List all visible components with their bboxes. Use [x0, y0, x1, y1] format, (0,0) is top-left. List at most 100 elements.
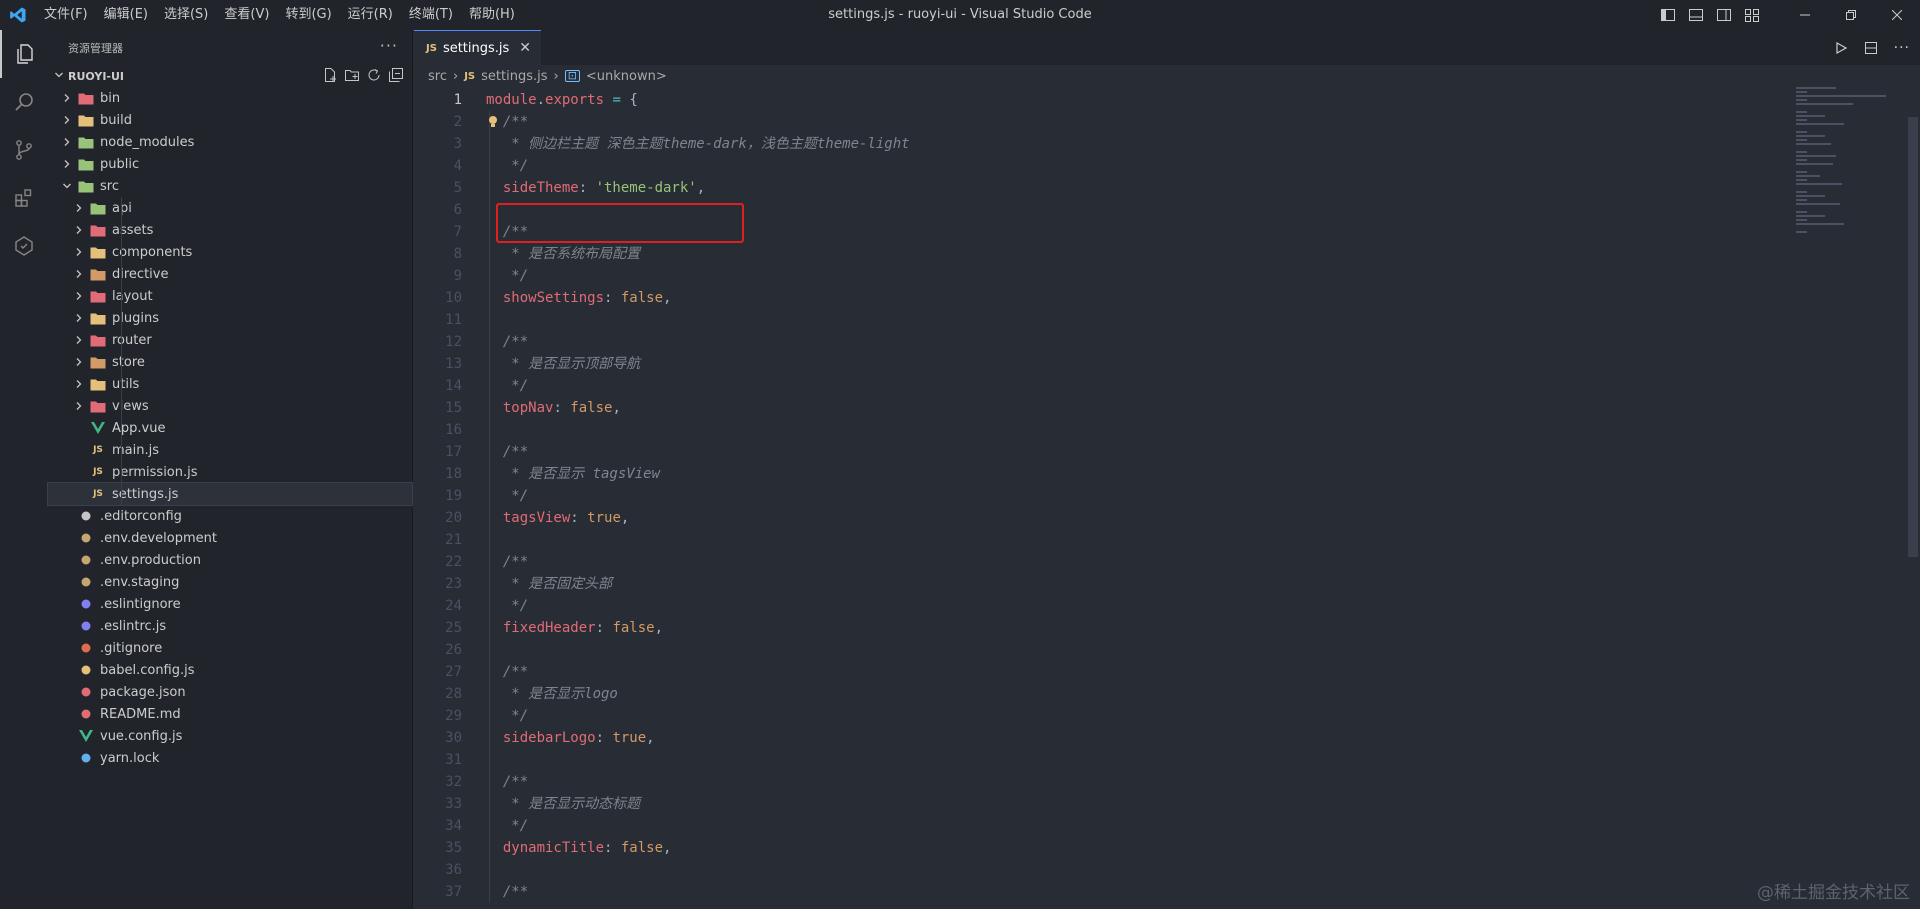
tree-folder[interactable]: store: [48, 351, 412, 373]
search-icon[interactable]: [0, 78, 48, 126]
menu-item-3[interactable]: 查看(V): [216, 0, 277, 30]
code-line[interactable]: 22 /**: [414, 551, 1714, 573]
code-line[interactable]: 31: [414, 749, 1714, 771]
code-line[interactable]: 17 /**: [414, 441, 1714, 463]
tree-file[interactable]: babel.config.js: [48, 659, 412, 681]
code-line[interactable]: 29 */: [414, 705, 1714, 727]
code-line[interactable]: 5 sideTheme: 'theme-dark',: [414, 177, 1714, 199]
chevron-right-icon[interactable]: [72, 225, 86, 235]
tree-file[interactable]: .eslintrc.js: [48, 615, 412, 637]
code-line[interactable]: 24 */: [414, 595, 1714, 617]
chevron-down-icon[interactable]: [60, 181, 74, 191]
code-line[interactable]: 15 topNav: false,: [414, 397, 1714, 419]
code-line[interactable]: 4 */: [414, 155, 1714, 177]
refresh-icon[interactable]: [366, 67, 382, 83]
customize-layout-icon[interactable]: [1744, 7, 1760, 23]
tree-folder[interactable]: assets: [48, 219, 412, 241]
chevron-right-icon[interactable]: [72, 291, 86, 301]
chevron-right-icon[interactable]: [72, 247, 86, 257]
code-line[interactable]: 32 /**: [414, 771, 1714, 793]
vertical-scrollbar[interactable]: [1906, 87, 1920, 909]
project-header[interactable]: RUOYI-UI: [48, 65, 412, 87]
tree-file[interactable]: JS settings.js: [47, 482, 413, 506]
remote-explorer-icon[interactable]: [0, 222, 48, 270]
toggle-sidebar-icon[interactable]: [1660, 7, 1676, 23]
tree-file[interactable]: App.vue: [48, 417, 412, 439]
code-line[interactable]: 1 module.exports = {: [414, 89, 1714, 111]
scrollbar-thumb[interactable]: [1908, 117, 1918, 557]
tree-file[interactable]: package.json: [48, 681, 412, 703]
code-line[interactable]: 33 * 是否显示动态标题: [414, 793, 1714, 815]
code-line[interactable]: 10 showSettings: false,: [414, 287, 1714, 309]
code-line[interactable]: 9 */: [414, 265, 1714, 287]
menu-item-0[interactable]: 文件(F): [36, 0, 96, 30]
tree-file[interactable]: .gitignore: [48, 637, 412, 659]
chevron-right-icon[interactable]: [60, 159, 74, 169]
close-tab-icon[interactable]: ✕: [519, 40, 531, 56]
code-line[interactable]: 21: [414, 529, 1714, 551]
code-line[interactable]: 25 fixedHeader: false,: [414, 617, 1714, 639]
code-line[interactable]: 13 * 是否显示顶部导航: [414, 353, 1714, 375]
more-editor-actions-icon[interactable]: ···: [1894, 40, 1910, 56]
tree-file[interactable]: .editorconfig: [48, 505, 412, 527]
tree-file[interactable]: .env.production: [48, 549, 412, 571]
menu-item-2[interactable]: 选择(S): [156, 0, 216, 30]
code-line[interactable]: 12 /**: [414, 331, 1714, 353]
tree-file[interactable]: .env.staging: [48, 571, 412, 593]
minimize-icon[interactable]: [1782, 0, 1828, 30]
tree-folder[interactable]: src: [48, 175, 412, 197]
tree-folder[interactable]: plugins: [48, 307, 412, 329]
chevron-down-icon[interactable]: [50, 70, 68, 83]
chevron-right-icon[interactable]: [72, 313, 86, 323]
chevron-right-icon[interactable]: [60, 137, 74, 147]
explorer-icon[interactable]: [0, 30, 48, 78]
menu-item-4[interactable]: 转到(G): [277, 0, 339, 30]
chevron-right-icon[interactable]: [72, 269, 86, 279]
code-line[interactable]: 14 */: [414, 375, 1714, 397]
code-line[interactable]: 35 dynamicTitle: false,: [414, 837, 1714, 859]
more-actions-icon[interactable]: ···: [380, 36, 398, 55]
breadcrumb-folder[interactable]: src: [428, 69, 447, 84]
tree-folder[interactable]: components: [48, 241, 412, 263]
tree-folder[interactable]: build: [48, 109, 412, 131]
code-line[interactable]: 34 */: [414, 815, 1714, 837]
tree-folder[interactable]: public: [48, 153, 412, 175]
breadcrumb-symbol[interactable]: <unknown>: [586, 69, 667, 84]
code-line[interactable]: 28 * 是否显示logo: [414, 683, 1714, 705]
code-line[interactable]: 6: [414, 199, 1714, 221]
chevron-right-icon[interactable]: [72, 401, 86, 411]
toggle-panel-icon[interactable]: [1688, 7, 1704, 23]
code-line[interactable]: 20 tagsView: true,: [414, 507, 1714, 529]
tree-folder[interactable]: node_modules: [48, 131, 412, 153]
tree-file[interactable]: JS permission.js: [48, 461, 412, 483]
code-line[interactable]: 37 /**: [414, 881, 1714, 903]
code-line[interactable]: 7 /**: [414, 221, 1714, 243]
extensions-icon[interactable]: [0, 174, 48, 222]
code-line[interactable]: 36: [414, 859, 1714, 881]
chevron-right-icon[interactable]: [60, 115, 74, 125]
close-window-icon[interactable]: [1874, 0, 1920, 30]
split-editor-icon[interactable]: [1864, 41, 1878, 55]
code-line[interactable]: 26: [414, 639, 1714, 661]
new-folder-icon[interactable]: [344, 67, 360, 83]
code-line[interactable]: 23 * 是否固定头部: [414, 573, 1714, 595]
code-line[interactable]: 18 * 是否显示 tagsView: [414, 463, 1714, 485]
tree-folder[interactable]: views: [48, 395, 412, 417]
chevron-right-icon[interactable]: [72, 203, 86, 213]
tree-folder[interactable]: bin: [48, 87, 412, 109]
menu-item-1[interactable]: 编辑(E): [96, 0, 156, 30]
menu-item-6[interactable]: 终端(T): [401, 0, 461, 30]
toggle-secondary-sidebar-icon[interactable]: [1716, 7, 1732, 23]
source-control-icon[interactable]: [0, 126, 48, 174]
tree-folder[interactable]: api: [48, 197, 412, 219]
tree-file[interactable]: .env.development: [48, 527, 412, 549]
code-editor[interactable]: 1 module.exports = {2 /** 3 * 侧边栏主题 深色主题th…: [414, 87, 1904, 909]
code-line[interactable]: 3 * 侧边栏主题 深色主题theme-dark，浅色主题theme-light: [414, 133, 1714, 155]
tab-settings-js[interactable]: JS settings.js ✕: [414, 30, 542, 65]
new-file-icon[interactable]: [322, 67, 338, 83]
chevron-right-icon[interactable]: [72, 335, 86, 345]
code-line[interactable]: 16: [414, 419, 1714, 441]
code-line[interactable]: 30 sidebarLogo: true,: [414, 727, 1714, 749]
tree-folder[interactable]: layout: [48, 285, 412, 307]
code-line[interactable]: 2 /**: [414, 111, 1714, 133]
